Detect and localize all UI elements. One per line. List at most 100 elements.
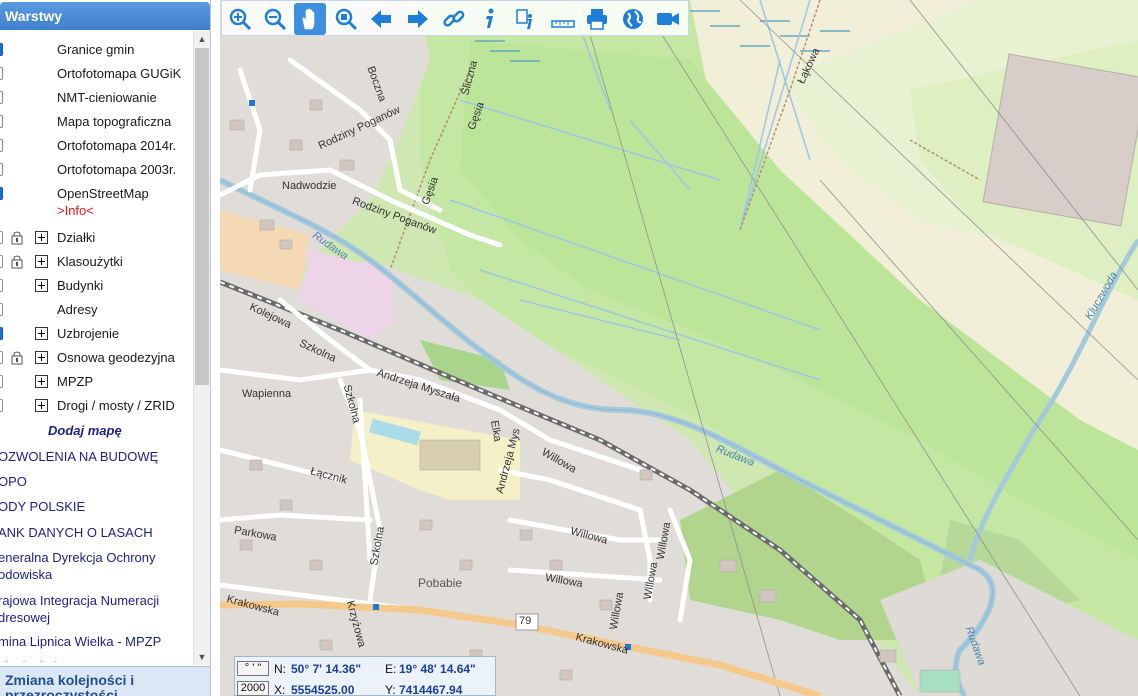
expand-plus-icon[interactable] (35, 327, 48, 340)
coord-y-value: 7414467.94 (399, 683, 463, 696)
expand-plus-icon[interactable] (35, 375, 48, 388)
info-button[interactable] (474, 3, 506, 35)
layer-row[interactable]: Osnowa geodezyjna (0, 346, 192, 370)
layer-row[interactable]: Drogi / mosty / ZRID (0, 394, 192, 418)
zoom-in-icon (229, 8, 252, 31)
external-map-link-label: ODY POLSKIE (0, 499, 86, 514)
external-map-link-label: eneralna Dyrekcja Ochrony (0, 550, 156, 565)
expand-plus-icon[interactable] (35, 231, 48, 244)
external-map-link-label: odowiska (0, 567, 53, 582)
zoom-in-button[interactable] (224, 3, 256, 35)
layer-checkbox[interactable] (0, 67, 3, 80)
add-map-link[interactable]: Dodaj mapę (48, 423, 122, 438)
zoom-extent-button[interactable] (330, 3, 362, 35)
pan-button[interactable] (294, 3, 326, 35)
layer-label: Ortofotomapa 2003r. (57, 162, 177, 177)
layer-row[interactable]: Klasoużytki (0, 250, 192, 274)
external-map-link-label: ninal. Lindon. MPZP (0, 658, 115, 662)
print-button[interactable] (581, 3, 613, 35)
layer-row[interactable]: Uzbrojenie (0, 322, 192, 346)
external-map-link[interactable]: ODY POLSKIE (0, 498, 85, 515)
external-map-link[interactable]: ANK DANYCH O LASACH (0, 524, 153, 541)
layer-checkbox[interactable] (0, 351, 3, 364)
layer-checkbox[interactable] (0, 231, 3, 244)
map-toolbar (221, 0, 689, 36)
external-map-link-label: mina Lipnica Wielka - MPZP (0, 634, 162, 649)
layer-label: NMT-cieniowanie (57, 90, 157, 105)
layer-checkbox[interactable] (0, 163, 3, 176)
external-map-link-label: OZWOLENIA NA BUDOWĘ (0, 449, 159, 464)
layer-label: Adresy (57, 302, 98, 317)
layer-order-tab[interactable]: Zmiana kolejności i przezroczystości (0, 666, 210, 696)
zoom-out-icon (264, 8, 287, 31)
expand-plus-icon[interactable] (35, 351, 48, 364)
previous-view-button[interactable] (365, 3, 397, 35)
globe-icon (623, 9, 643, 29)
layer-checkbox[interactable] (0, 399, 3, 412)
expand-plus-icon[interactable] (35, 399, 48, 412)
layer-label: Ortofotomapa GUGiK (57, 66, 182, 81)
osm-info-link[interactable]: >Info< (57, 203, 94, 218)
dms-format-button[interactable]: ° ' " (237, 661, 269, 676)
scroll-thumb[interactable] (195, 48, 209, 385)
route-number-label: 79 (519, 615, 532, 627)
external-map-link-label: dresowej (0, 610, 51, 625)
layer-checkbox[interactable] (0, 187, 3, 200)
hand-icon (302, 8, 315, 30)
info-document-button[interactable] (510, 3, 542, 35)
external-map-link[interactable]: OZWOLENIA NA BUDOWĘ (0, 448, 158, 465)
layer-row[interactable]: Budynki (0, 274, 192, 298)
layer-row[interactable]: Działki (0, 226, 192, 250)
next-view-button[interactable] (402, 3, 434, 35)
external-map-link[interactable]: mina Lipnica Wielka - MPZP (0, 633, 161, 650)
coord-x-value: 5554525.00 (291, 683, 355, 696)
layer-row[interactable]: Ortofotomapa GUGiK (0, 62, 192, 86)
layer-checkbox[interactable] (0, 375, 3, 388)
external-map-link[interactable]: rajowa Integracja Numeracji dresowej (0, 592, 159, 626)
external-map-link[interactable]: eneralna Dyrekcja Ochrony odowiska (0, 549, 156, 583)
layer-row[interactable]: Ortofotomapa 2014r. (0, 134, 192, 158)
external-map-link[interactable]: ninal. Lindon. MPZP (0, 658, 115, 662)
coordinates-box: ° ' " 2000 N: 50° 7' 14.36" E: 19° 48' 1… (234, 656, 496, 696)
measure-button[interactable] (547, 3, 579, 35)
layer-checkbox[interactable] (0, 115, 3, 128)
layers-scrollbar[interactable]: ▲ ▼ (193, 31, 210, 665)
lock-icon (11, 255, 23, 269)
expand-plus-icon[interactable] (35, 279, 48, 292)
layer-checkbox[interactable] (0, 279, 3, 292)
layer-checkbox[interactable] (0, 327, 3, 340)
scroll-down-arrow-icon[interactable]: ▼ (194, 649, 210, 665)
coord-y-key: Y: (385, 683, 396, 696)
zoom-out-button[interactable] (259, 3, 291, 35)
scroll-up-arrow-icon[interactable]: ▲ (194, 31, 210, 47)
layer-checkbox[interactable] (0, 43, 3, 56)
layer-checkbox[interactable] (0, 91, 3, 104)
layer-checkbox[interactable] (0, 139, 3, 152)
layer-row[interactable]: OpenStreetMap (0, 182, 192, 206)
layer-row[interactable]: Adresy (0, 298, 192, 322)
crs-2000-button[interactable]: 2000 (237, 681, 269, 696)
link-button[interactable] (438, 3, 470, 35)
layer-label: Działki (57, 230, 96, 245)
layer-row[interactable]: Mapa topograficzna (0, 110, 192, 134)
layer-label: MPZP (57, 374, 94, 389)
coord-n-value: 50° 7' 14.36" (291, 662, 362, 676)
layer-order-tab-line1: Zmiana kolejności i (5, 672, 135, 688)
zoom-extent-icon (335, 8, 358, 31)
layer-row[interactable]: Granice gmin (0, 38, 192, 62)
external-map-link[interactable]: OPO (0, 473, 27, 490)
expand-plus-icon[interactable] (35, 255, 48, 268)
layer-checkbox[interactable] (0, 303, 3, 316)
layer-row[interactable]: MPZP (0, 370, 192, 394)
info-document-icon (516, 9, 532, 29)
coord-x-key: X: (274, 683, 286, 696)
globe-button[interactable] (617, 3, 649, 35)
external-map-link-label: ANK DANYCH O LASACH (0, 525, 153, 540)
layer-row[interactable]: NMT-cieniowanie (0, 86, 192, 110)
map-canvas[interactable]: Boczna Śliczna Gęsia Gęsia Rodziny Pogan… (220, 0, 1138, 696)
external-map-link-label: rajowa Integracja Numeracji (0, 593, 160, 608)
arrow-left-icon (371, 10, 391, 28)
layer-row[interactable]: Ortofotomapa 2003r. (0, 158, 192, 182)
layer-checkbox[interactable] (0, 255, 3, 268)
video-button[interactable] (652, 3, 684, 35)
